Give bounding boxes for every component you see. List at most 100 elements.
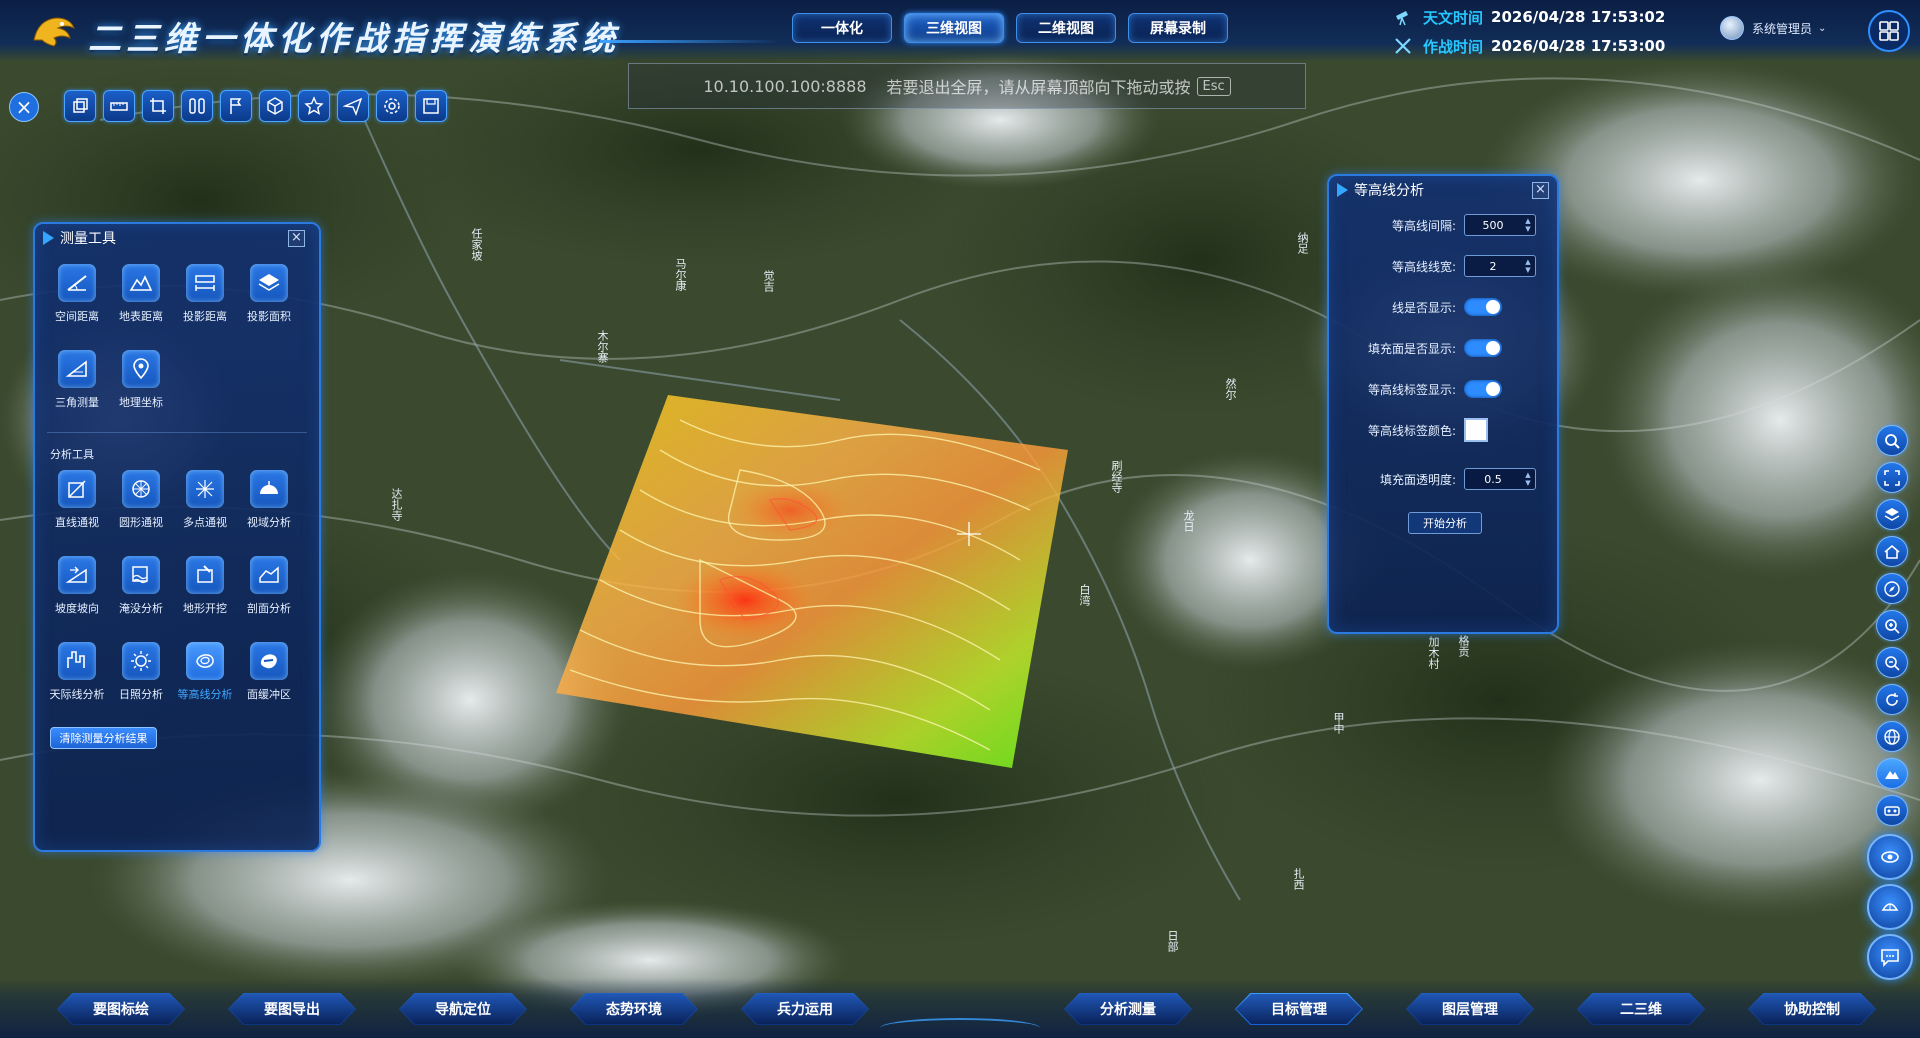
compass-button[interactable]	[1876, 573, 1908, 604]
crop-button[interactable]	[142, 90, 174, 122]
tool-buffer[interactable]: 面缓冲区	[237, 636, 301, 722]
interval-label: 等高线间隔:	[1391, 218, 1456, 233]
tool-geo-coordinate[interactable]: 地理坐标	[109, 344, 173, 430]
nav-label: 兵力运用	[777, 1002, 833, 1018]
nav-label: 要图标绘	[93, 1002, 149, 1018]
home-icon	[1884, 544, 1900, 559]
layers-button[interactable]	[64, 90, 96, 122]
tool-label: 直线通视	[55, 516, 99, 529]
chat-button[interactable]	[1867, 934, 1913, 980]
multipoint-sight-icon	[196, 480, 214, 498]
dragon-logo-icon	[33, 17, 75, 47]
interval-stepper[interactable]: 500 ▲ ▼	[1464, 214, 1536, 236]
refresh-button[interactable]	[1876, 684, 1908, 715]
tab-screen-record[interactable]: 屏幕录制	[1128, 13, 1228, 43]
nav-map-export[interactable]: 要图导出	[228, 993, 356, 1025]
tool-projection-distance[interactable]: 投影距离	[173, 258, 237, 344]
tool-slope[interactable]: 坡度坡向	[45, 550, 109, 636]
label-color-swatch[interactable]	[1464, 418, 1488, 442]
ruler-button[interactable]	[103, 90, 135, 122]
app-grid-button[interactable]	[1868, 10, 1910, 52]
panel-header: 等高线分析	[1329, 176, 1557, 204]
vr-button[interactable]	[1876, 795, 1908, 826]
geo-coordinate-icon	[133, 358, 149, 380]
avatar	[1720, 16, 1744, 40]
tool-label: 坡度坡向	[55, 602, 99, 615]
tool-multipoint-sight[interactable]: 多点通视	[173, 464, 237, 550]
tool-contour[interactable]: 等高线分析	[173, 636, 237, 722]
assistant-button[interactable]	[1867, 884, 1913, 930]
tool-circle-sight[interactable]: 圆形通视	[109, 464, 173, 550]
tool-flood[interactable]: 淹没分析	[109, 550, 173, 636]
fill-visible-toggle[interactable]	[1464, 339, 1502, 357]
layers-toggle-button[interactable]	[1876, 499, 1908, 530]
zoom-out-button[interactable]	[1876, 647, 1908, 678]
label-visible-toggle[interactable]	[1464, 380, 1502, 398]
tool-excavation[interactable]: 地形开挖	[173, 550, 237, 636]
zoom-in-button[interactable]	[1876, 610, 1908, 641]
terrain-button[interactable]	[1876, 758, 1908, 789]
tool-sunlight[interactable]: 日照分析	[109, 636, 173, 722]
nav-analysis[interactable]: 分析测量	[1064, 993, 1192, 1025]
panel-title: 等高线分析	[1354, 183, 1424, 199]
close-panel-button[interactable]: ×	[1532, 182, 1549, 199]
tool-surface-distance[interactable]: 地表距离	[109, 258, 173, 344]
stepper-arrows-icon[interactable]: ▲ ▼	[1521, 256, 1535, 276]
tab-2d-view[interactable]: 二维视图	[1016, 13, 1116, 43]
map-label: 马尔康	[674, 258, 687, 291]
triangle-measure-icon	[65, 360, 87, 377]
tool-profile[interactable]: 剖面分析	[237, 550, 301, 636]
tool-space-distance[interactable]: 空间距离	[45, 258, 109, 344]
tool-label: 多点通视	[183, 516, 227, 529]
eye-icon	[1881, 851, 1899, 863]
tool-triangle-measure[interactable]: 三角测量	[45, 344, 109, 430]
nav-assist-control[interactable]: 协助控制	[1748, 993, 1876, 1025]
nav-navigation[interactable]: 导航定位	[399, 993, 527, 1025]
close-toolbar-button[interactable]: ×	[9, 92, 39, 122]
cube-button[interactable]	[259, 90, 291, 122]
nav-layers[interactable]: 图层管理	[1406, 993, 1534, 1025]
clear-results-button[interactable]: 清除测量分析结果	[50, 727, 157, 749]
nav-force[interactable]: 兵力运用	[741, 993, 869, 1025]
split-button[interactable]	[181, 90, 213, 122]
tab-3d-view[interactable]: 三维视图	[904, 13, 1004, 43]
map-label: 甲中	[1332, 712, 1345, 734]
width-stepper[interactable]: 2 ▲ ▼	[1464, 255, 1536, 277]
label-visible-row: 等高线标签显示:	[1329, 376, 1561, 402]
flag-button[interactable]	[220, 90, 252, 122]
tool-viewshed[interactable]: 视域分析	[237, 464, 301, 550]
tool-projection-area[interactable]: 投影面积	[237, 258, 301, 344]
notice-message: 若要退出全屏，请从屏幕顶部向下拖动或按	[886, 78, 1191, 97]
user-menu[interactable]: 系统管理员 ⌄	[1720, 16, 1826, 40]
view-mode-button[interactable]	[1867, 834, 1913, 880]
terrain-icon	[1885, 770, 1899, 779]
tab-integrated[interactable]: 一体化	[792, 13, 892, 43]
tool-label: 圆形通视	[119, 516, 163, 529]
stepper-arrows-icon[interactable]: ▲ ▼	[1521, 469, 1535, 489]
app-title: 二三维一体化作战指挥演练系统	[88, 19, 620, 58]
fullscreen-button[interactable]	[1876, 462, 1908, 493]
line-visible-toggle[interactable]	[1464, 298, 1502, 316]
fill-visible-row: 填充面是否显示:	[1329, 335, 1561, 361]
arrow-icon	[1337, 183, 1348, 197]
save-button[interactable]	[415, 90, 447, 122]
send-button[interactable]	[337, 90, 369, 122]
map-label: 龙日	[1182, 510, 1195, 532]
nav-target[interactable]: 目标管理	[1235, 993, 1363, 1025]
star-button[interactable]	[298, 90, 330, 122]
tool-skyline[interactable]: 天际线分析	[45, 636, 109, 722]
search-button[interactable]	[1876, 425, 1908, 456]
nav-2d3d[interactable]: 二三维	[1577, 993, 1705, 1025]
opacity-stepper[interactable]: 0.5 ▲ ▼	[1464, 468, 1536, 490]
home-button[interactable]	[1876, 536, 1908, 567]
globe-button[interactable]	[1876, 721, 1908, 752]
fullscreen-icon	[1884, 469, 1900, 486]
close-panel-button[interactable]: ×	[288, 230, 305, 247]
nav-situation[interactable]: 态势环境	[570, 993, 698, 1025]
start-analysis-button[interactable]: 开始分析	[1408, 512, 1482, 534]
nav-map-plot[interactable]: 要图标绘	[57, 993, 185, 1025]
tool-line-of-sight[interactable]: 直线通视	[45, 464, 109, 550]
map-label: 任家坡	[470, 228, 483, 261]
settings-button[interactable]	[376, 90, 408, 122]
stepper-arrows-icon[interactable]: ▲ ▼	[1521, 215, 1535, 235]
